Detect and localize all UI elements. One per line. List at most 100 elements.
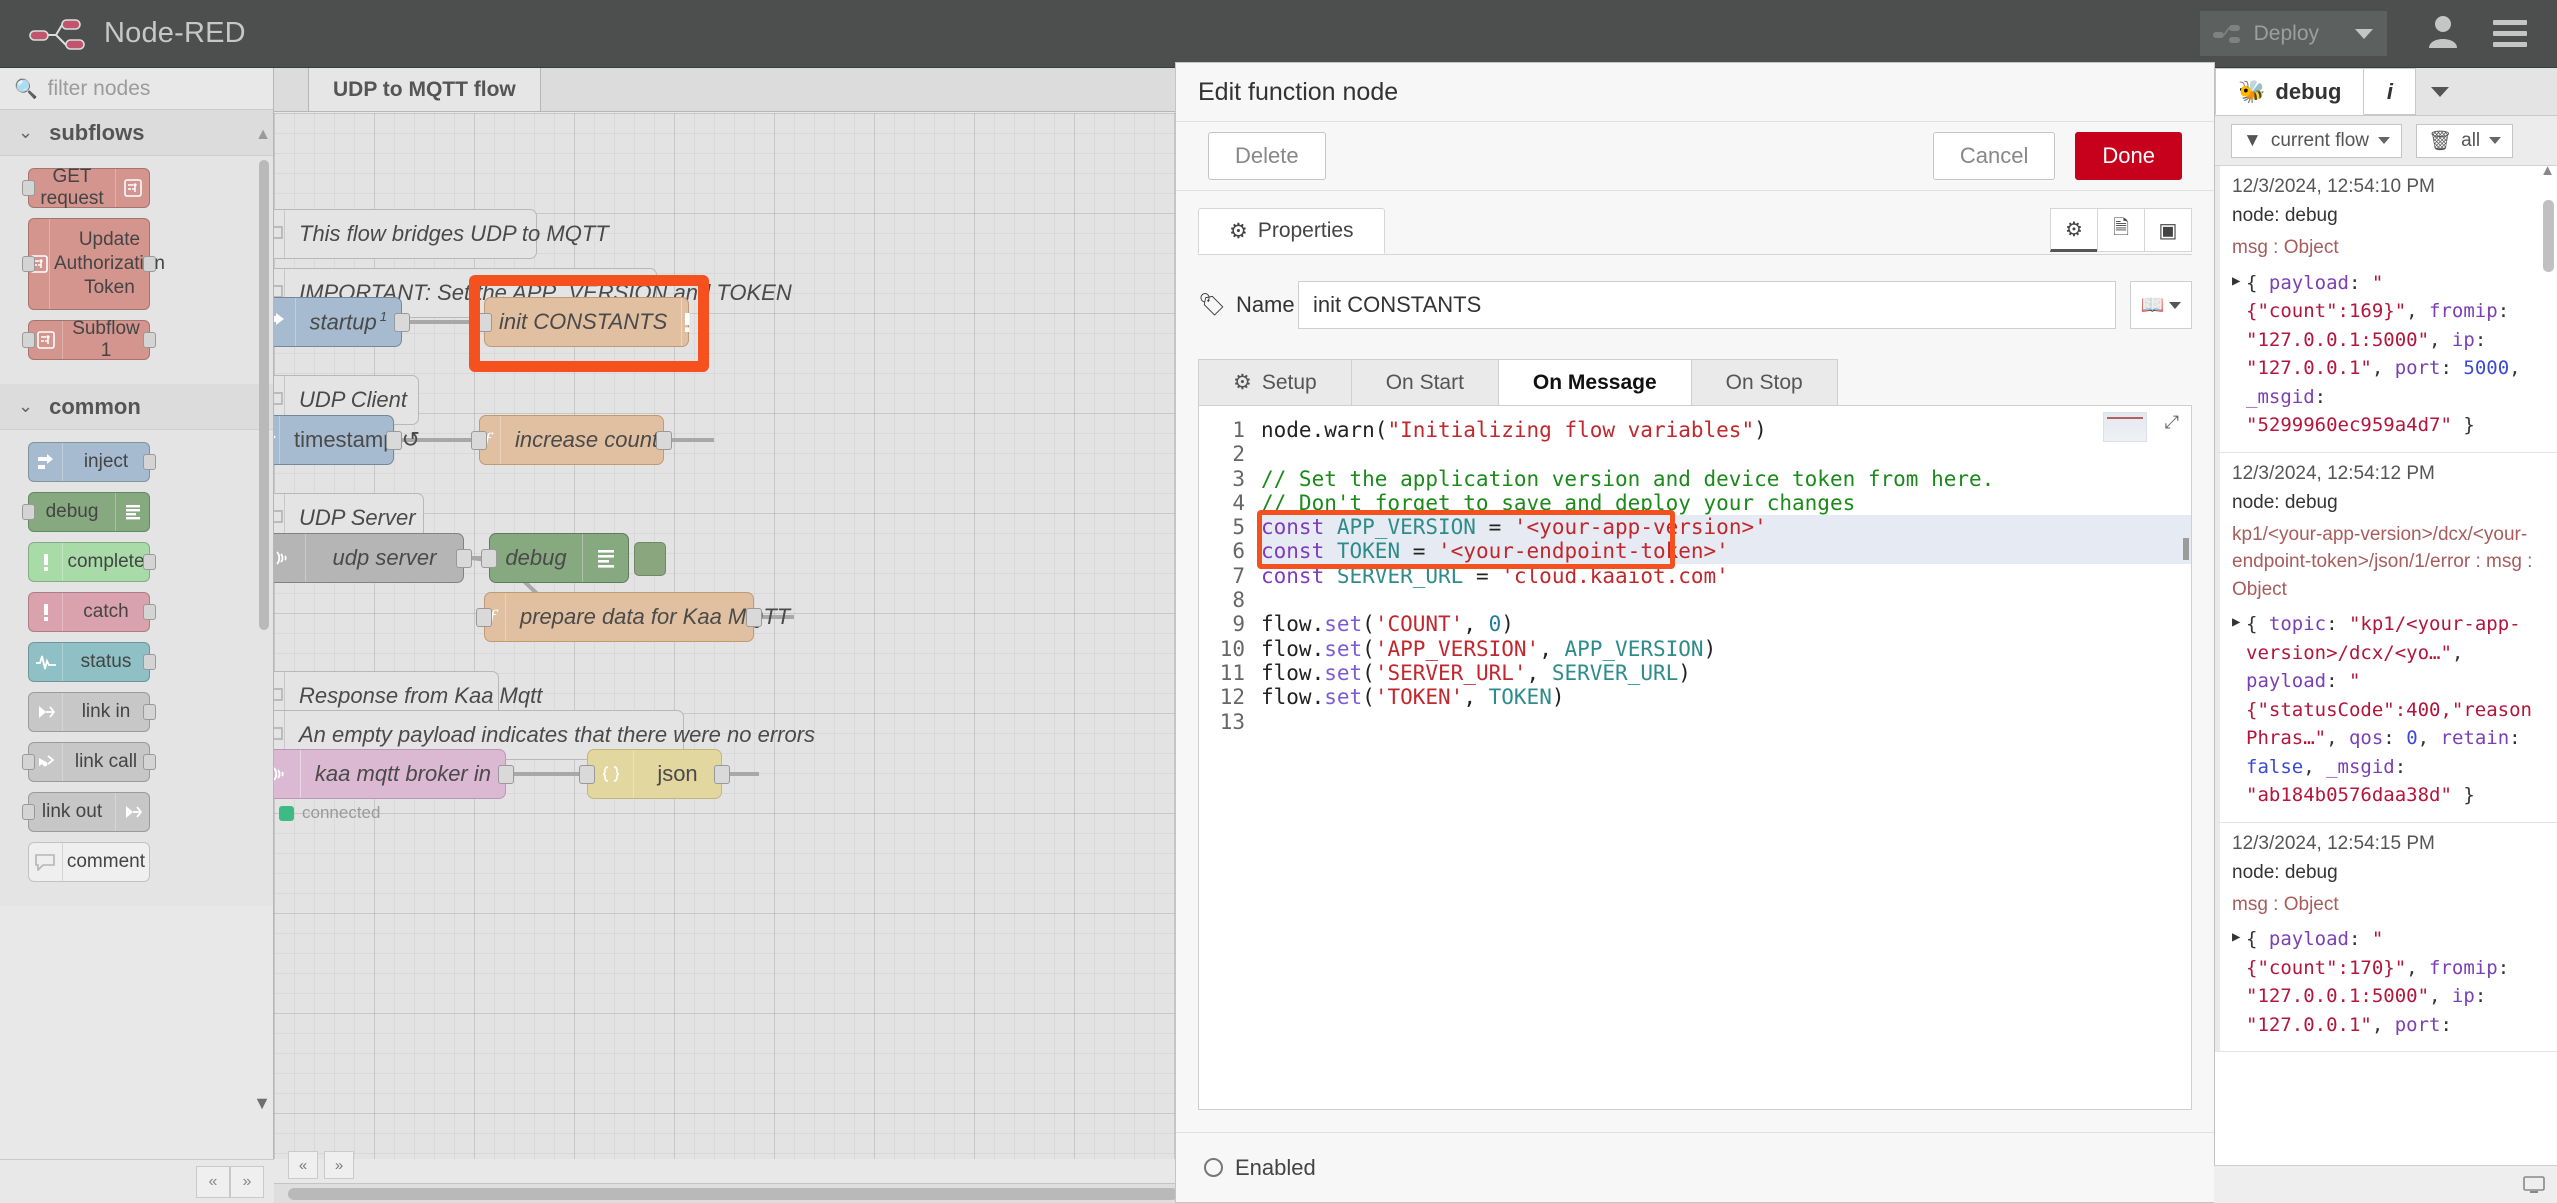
node-input-port [481,549,497,568]
palette-search-box[interactable]: 🔍 filter nodes [0,68,273,110]
palette-node-complete[interactable]: complete [28,542,156,582]
node-library-button[interactable]: 📖 [2130,281,2192,329]
debug-scrollbar[interactable] [2543,170,2554,1170]
description-icon[interactable]: 🗎 [2097,208,2145,252]
canvas-node-increase-count[interactable]: f increase count [471,415,672,465]
tab-properties[interactable]: ⚙ Properties [1198,208,1385,254]
scrollbar-thumb[interactable] [288,1188,1178,1200]
name-input[interactable] [1298,281,2116,329]
deploy-button[interactable]: Deploy [2199,11,2341,56]
canvas-node-kaa-mqtt-broker-in[interactable]: kaa mqtt broker in [274,749,514,799]
debug-message-list[interactable]: ▲ 12/3/2024, 12:54:10 PM node: debug msg :… [2215,166,2557,1203]
debug-clear-select[interactable]: 🗑 all [2416,123,2514,158]
canvas-node-udp-server[interactable]: udp server [274,533,472,583]
expand-arrow-icon[interactable]: ▶ [2232,927,2240,948]
code-vertical-scrollbar[interactable] [2183,466,2189,686]
palette-node-status[interactable]: status [28,642,156,682]
palette-expand-all-button[interactable]: » [230,1165,264,1198]
tab-info[interactable]: i [2364,68,2417,115]
palette-category-subflows[interactable]: ⌄ subflows [0,110,273,156]
debug-message-object[interactable]: ▶{ payload: "{"count":169}", fromip: "12… [2232,269,2543,440]
debug-toggle-button[interactable] [634,542,666,576]
code-line-number: 8 [1232,588,1245,613]
palette-node-get-request[interactable]: GET request [22,166,150,209]
palette-node-subflow-1[interactable]: Subflow 1 [22,318,156,361]
main-menu-button[interactable] [2493,20,2527,47]
tag-icon: 🏷 [1198,292,1226,317]
code-line-number: 2 [1232,442,1245,467]
cancel-button[interactable]: Cancel [1932,132,2056,180]
palette-node-comment[interactable]: comment [28,842,150,882]
palette-category-body-common: inject debug complete catch status link … [0,430,273,906]
gear-icon: ⚙ [1229,219,1248,243]
debug-message-object[interactable]: ▶{ payload: "{"count":170}", fromip: "12… [2232,925,2543,1039]
palette-node-link-out[interactable]: link out [22,792,150,832]
flow-tab-udp-to-mqtt[interactable]: UDP to MQTT flow [308,68,541,111]
palette-node-catch[interactable]: catch [28,592,156,632]
palette-scroll-up-icon[interactable]: ▲ [255,126,271,144]
code-tab-on-start[interactable]: On Start [1350,359,1498,405]
scrollbar-thumb[interactable] [2543,200,2554,272]
expand-icon[interactable]: ⤢ [2165,412,2179,433]
expand-arrow-icon[interactable]: ▶ [2232,612,2240,633]
code-editor[interactable]: 1 2 3 4 5 6 7 8 9 10 11 12 13 node.warn("Initializin… [1198,405,2192,1110]
canvas-collapse-button[interactable]: « [288,1151,318,1179]
flow-canvas-grid[interactable]: This flow bridges UDP to MQTT IMPORTANT:… [274,113,1249,1159]
debug-message[interactable]: 12/3/2024, 12:54:12 PM node: debug kp1/<yo… [2215,452,2557,823]
dialog-tab-icons: ⚙ 🗎 ▣ [2050,208,2192,254]
app-header: Node-RED Deploy [0,0,2557,68]
canvas-horizontal-scrollbar[interactable] [274,1183,1249,1203]
tab-debug[interactable]: 🐝 debug [2215,68,2365,115]
node-output-port [143,454,156,470]
chevron-down-icon [2169,301,2182,309]
canvas-node-json[interactable]: json [579,749,730,799]
debug-message[interactable]: 12/3/2024, 12:54:15 PM node: debug msg : O… [2215,822,2557,1053]
palette-node-link-in[interactable]: link in [28,692,156,732]
expand-arrow-icon[interactable]: ▶ [2232,271,2240,292]
delete-button[interactable]: Delete [1208,132,1326,180]
chevron-down-icon [2489,137,2502,144]
canvas-expand-button[interactable]: » [324,1151,354,1179]
palette-node-label: Subflow 1 [72,318,140,361]
appearance-icon[interactable]: ▣ [2144,208,2192,252]
code-line: // Set the application version and devic… [1261,466,1995,491]
code-editor-text[interactable]: node.warn("Initializing flow variables")… [1261,406,2191,1109]
canvas-node-timestamp[interactable]: timestamp ↺ [274,415,420,465]
code-tab-setup[interactable]: ⚙ Setup [1198,359,1351,405]
debug-message[interactable]: 12/3/2024, 12:54:10 PM node: debug msg : O… [2215,166,2557,453]
canvas-node-prepare-data[interactable]: f prepare data for Kaa MQTT [476,592,790,642]
palette-node-debug[interactable]: debug [22,492,150,532]
palette-node-update-authorization-token[interactable]: Update Authorization Token [22,218,165,310]
debug-filter-select[interactable]: ▼ current flow [2231,123,2403,158]
canvas-node-comment-bridge[interactable]: This flow bridges UDP to MQTT [274,209,609,259]
sidebar-menu-button[interactable] [2416,68,2464,115]
palette-scrollbar[interactable] [259,160,269,630]
enabled-toggle[interactable]: Enabled [1204,1155,1316,1181]
deploy-dropdown-button[interactable] [2341,11,2387,56]
palette-collapse-all-button[interactable]: « [196,1165,230,1198]
code-tab-on-message[interactable]: On Message [1497,359,1691,405]
canvas-node-label: increase count [515,427,659,452]
flow-canvas-area: UDP to MQTT flow This flow bridges UDP t… [274,68,1249,1203]
user-menu-button[interactable] [2427,14,2459,53]
code-tab-on-stop[interactable]: On Stop [1690,359,1838,405]
palette-node-inject[interactable]: inject [28,442,156,482]
canvas-node-init-constants[interactable]: init CONSTANTS [476,297,690,347]
brand-logo: Node-RED [28,17,246,51]
scrollbar-thumb[interactable] [2183,538,2189,560]
palette-scroll-down-icon[interactable]: ▼ [253,1093,271,1114]
gear-icon[interactable]: ⚙ [2050,208,2098,252]
canvas-node-debug[interactable]: debug [481,533,666,583]
node-input-port [476,608,492,627]
done-button[interactable]: Done [2075,132,2182,180]
node-palette: 🔍 filter nodes ▲ ⌄ subflows GET request … [0,68,274,1203]
monitor-icon[interactable] [2523,1175,2545,1194]
exclamation-icon [29,593,63,631]
canvas-node-label: This flow bridges UDP to MQTT [299,221,609,246]
debug-message-object[interactable]: ▶{ topic: "kp1/<your-app-version>/dcx/<y… [2232,610,2543,810]
palette-node-link-call[interactable]: link call [22,742,156,782]
palette-category-common[interactable]: ⌄ common [0,384,273,430]
canvas-node-startup[interactable]: startup 1 [274,297,410,347]
code-minimap[interactable] [2103,412,2147,442]
